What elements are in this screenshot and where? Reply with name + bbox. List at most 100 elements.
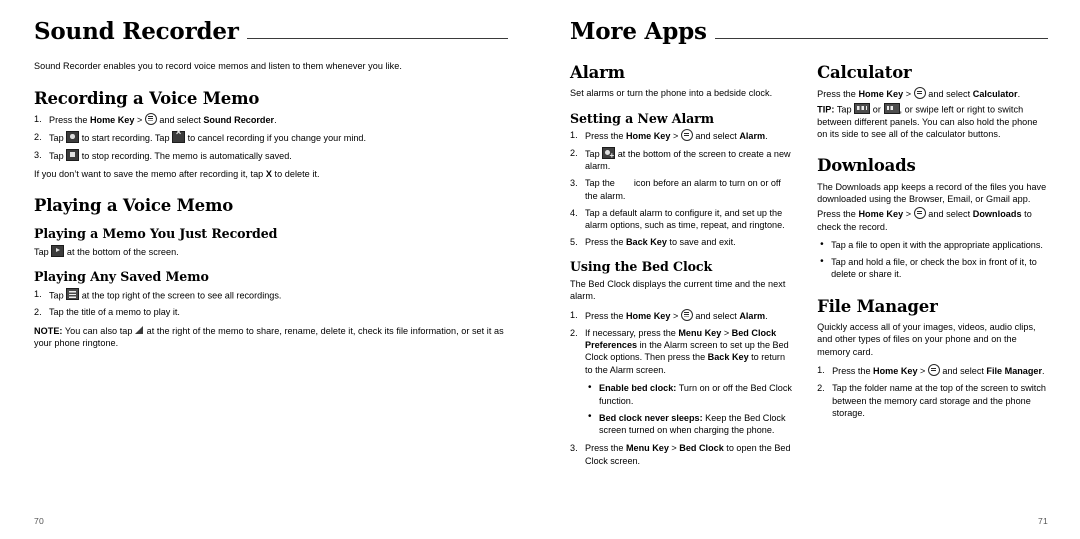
list-item: Tap at the top right of the screen to se… <box>34 287 508 302</box>
list-item: Tap and hold a file, or check the box in… <box>817 256 1048 281</box>
note-label: NOTE: <box>34 325 63 336</box>
subheading-using-bed-clock: Using the Bed Clock <box>570 259 713 275</box>
recordings-list-icon <box>66 287 80 301</box>
list-item: Tap to stop recording. The memo is autom… <box>34 148 508 162</box>
body-text: and select <box>925 89 973 100</box>
step-text: and select <box>692 131 740 142</box>
step-text: . <box>765 131 768 142</box>
downloads-tips-list: Tap a file to open it with the appropria… <box>817 239 1048 281</box>
chapter-heading-sound-recorder: Sound Recorder <box>34 19 508 44</box>
menu-key-label: Menu Key <box>625 443 669 454</box>
home-key-label: Home Key <box>873 366 918 377</box>
step-text: at the top right of the screen to see al… <box>79 290 282 301</box>
step-text: If necessary, press the <box>585 327 679 338</box>
subheading-setting-new-alarm: Setting a New Alarm <box>570 110 714 126</box>
back-key-label: Back Key <box>707 352 749 363</box>
calculator-launch-line: Press the Home Key > and select Calculat… <box>817 87 1048 100</box>
step-text: and select <box>156 114 204 125</box>
memo-options-flag-icon <box>135 326 144 335</box>
note-text: You can also tap <box>62 325 136 336</box>
calculator-tip: TIP: Tap or , or swipe left or right to … <box>817 102 1048 141</box>
step-text: Tap <box>49 132 67 143</box>
step-text: Tap <box>49 290 67 301</box>
list-item: Tap at the bottom of the screen to creat… <box>570 147 795 173</box>
list-item: Tap the folder name at the top of the sc… <box>817 382 1046 418</box>
step-text: Tap the <box>585 178 618 189</box>
list-item: Press the Home Key > and select Alarm. <box>570 308 795 322</box>
list-item: Tap a default alarm to configure it, and… <box>570 207 785 231</box>
list-item: Tap a file to open it with the appropria… <box>817 239 1048 252</box>
app-name-label: Alarm <box>739 131 766 142</box>
chapter-title: More Apps <box>570 18 707 45</box>
cancel-button-icon <box>172 128 186 143</box>
playing-saved-steps-list: Tap at the top right of the screen to se… <box>34 287 508 319</box>
page-number-right: 71 <box>1038 516 1048 526</box>
step-text: and select <box>939 366 987 377</box>
apps-grid-icon <box>913 87 926 100</box>
body-text: at the bottom of the screen. <box>64 246 179 257</box>
list-item: Enable bed clock: Turn on or off the Bed… <box>585 382 795 407</box>
play-button-icon <box>51 244 65 257</box>
playing-note: NOTE: You can also tap at the right of t… <box>34 325 508 350</box>
calculator-panel-right-icon <box>883 102 900 114</box>
step-text: to save and exit. <box>666 237 736 247</box>
body-text: . <box>1017 89 1021 100</box>
manual-spread: Sound Recorder Sound Recorder enables yo… <box>0 0 1080 539</box>
record-button-icon <box>66 130 80 143</box>
apps-grid-icon <box>913 207 926 220</box>
step-text: and select <box>692 310 740 321</box>
section-heading-file-manager: File Manager <box>817 296 938 316</box>
apps-grid-icon <box>927 364 940 377</box>
recording-steps-list: Press the Home Key > and select Sound Re… <box>34 112 508 162</box>
list-item: Press the Home Key > and select Alarm. <box>570 129 795 142</box>
step-text: > <box>917 366 928 377</box>
step-text: to start recording. Tap <box>79 132 173 143</box>
body-text: > <box>903 89 914 100</box>
list-item: Bed clock never sleeps: Keep the Bed Clo… <box>585 411 795 437</box>
subheading-playing-just-recorded: Playing a Memo You Just Recorded <box>34 226 278 242</box>
menu-key-label: Menu Key <box>678 327 722 338</box>
step-text: > <box>670 310 681 321</box>
body-text: Tap <box>34 246 52 257</box>
chapter-heading-more-apps: More Apps <box>570 18 1048 45</box>
bed-clock-label: Bed Clock <box>679 443 724 454</box>
bed-clock-steps-continued: Press the Menu Key > Bed Clock to open t… <box>570 442 795 467</box>
sound-recorder-intro: Sound Recorder enables you to record voi… <box>34 61 402 72</box>
app-name-label: File Manager <box>986 366 1043 377</box>
tip-text: or <box>870 104 884 115</box>
list-item: Press the Back Key to save and exit. <box>570 236 795 249</box>
tip-label: TIP: <box>817 104 835 115</box>
page-left: Sound Recorder Sound Recorder enables yo… <box>0 0 540 539</box>
step-text: > <box>721 327 732 338</box>
app-name-label: Alarm <box>739 310 766 321</box>
apps-grid-icon <box>680 308 693 321</box>
playing-just-recorded-text: Tap at the bottom of the screen. <box>34 244 508 258</box>
option-label: Enable bed clock: <box>599 383 677 394</box>
step-text: Press the <box>585 443 626 454</box>
app-name-label: Downloads <box>972 209 1022 220</box>
apps-grid-icon <box>680 129 693 142</box>
step-text: Tap <box>585 149 603 160</box>
step-text: Press the <box>585 131 626 142</box>
body-text: Press the <box>817 89 859 100</box>
step-text: to stop recording. The memo is automatic… <box>79 150 292 161</box>
bed-clock-intro: The Bed Clock displays the current time … <box>570 278 786 302</box>
back-key-label: Back Key <box>625 237 667 247</box>
downloads-launch-line: Press the Home Key > and select Download… <box>817 207 1048 233</box>
list-item: Tap the title of a memo to play it. <box>34 306 180 319</box>
step-text: at the bottom of the screen to create a … <box>585 149 791 172</box>
column-calculator-downloads-filemanager: Calculator Press the Home Key > and sele… <box>817 60 1048 473</box>
add-alarm-icon <box>602 147 616 161</box>
column-alarm: Alarm Set alarms or turn the phone into … <box>570 60 795 473</box>
page-right: More Apps Alarm Set alarms or turn the p… <box>540 0 1080 539</box>
list-item: Press the Menu Key > Bed Clock to open t… <box>570 442 795 467</box>
home-key-label: Home Key <box>625 310 671 321</box>
step-text: Press the <box>49 114 90 125</box>
step-text: . <box>1042 366 1045 377</box>
note-text: If you don’t want to save the memo after… <box>34 168 266 179</box>
body-text: and select <box>925 209 973 220</box>
step-text: Tap <box>49 150 67 161</box>
note-text: to delete it. <box>271 168 320 179</box>
step-text: > <box>670 131 681 142</box>
list-item: Tap to start recording. Tap to cancel re… <box>34 128 508 144</box>
